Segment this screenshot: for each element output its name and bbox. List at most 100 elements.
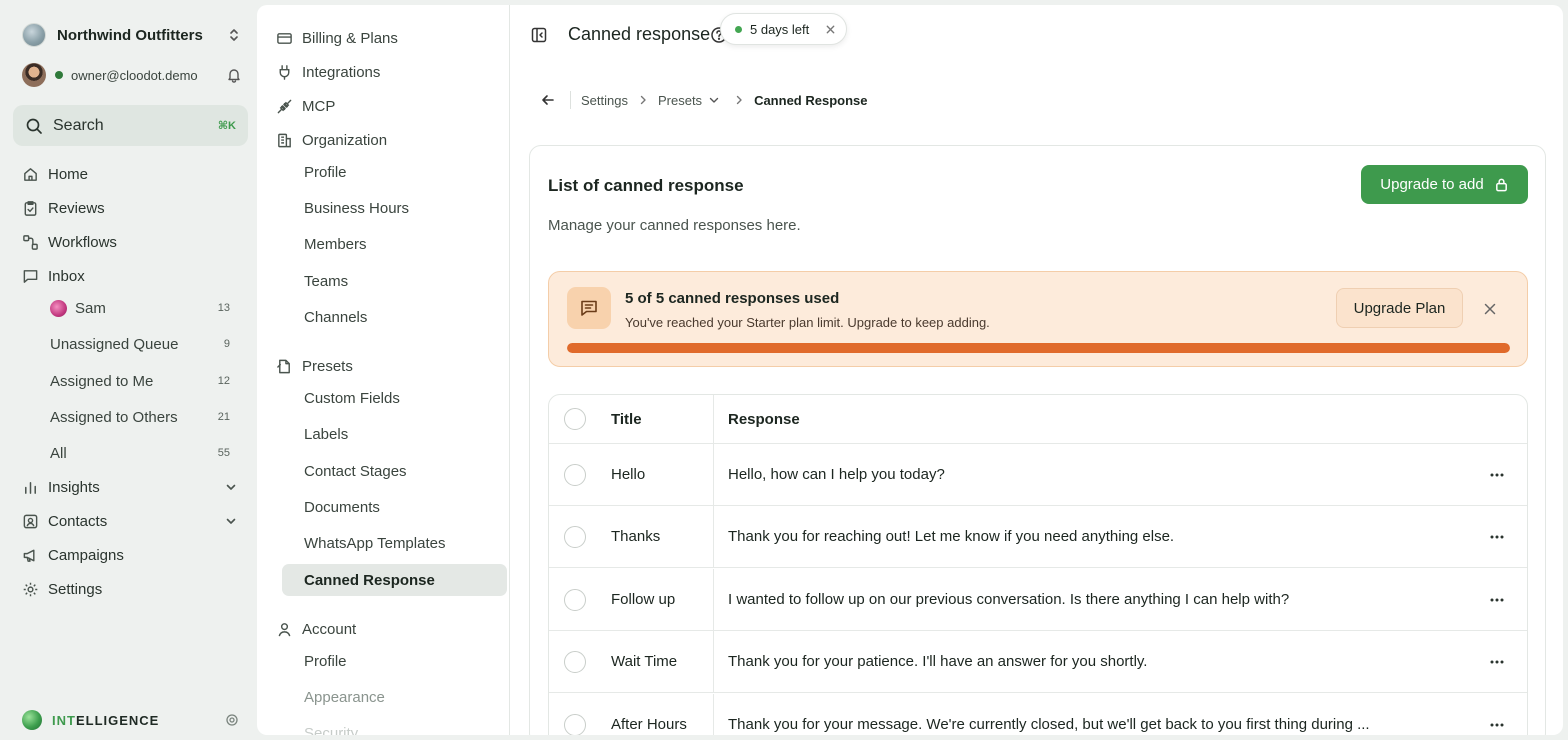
inbox-item-unassigned[interactable]: Unassigned Queue 9 xyxy=(50,332,230,356)
table-row[interactable]: Wait Time Thank you for your patience. I… xyxy=(549,631,1527,693)
settings-organization[interactable]: Organization xyxy=(276,128,387,152)
inbox-item-all[interactable]: All 55 xyxy=(50,441,230,465)
settings-mcp[interactable]: MCP xyxy=(276,94,335,118)
settings-account[interactable]: Account xyxy=(276,617,356,641)
more-horizontal-icon xyxy=(1490,535,1504,538)
row-more-button[interactable] xyxy=(1467,654,1527,670)
settings-account-profile[interactable]: Profile xyxy=(304,649,347,673)
row-checkbox[interactable] xyxy=(564,713,586,735)
nav-settings[interactable]: Settings xyxy=(22,577,242,601)
settings-billing-label: Billing & Plans xyxy=(302,29,398,47)
settings-members[interactable]: Members xyxy=(304,232,367,256)
table-row[interactable]: Follow up I wanted to follow up on our p… xyxy=(549,569,1527,631)
row-select-cell xyxy=(549,525,601,548)
user-icon xyxy=(278,622,291,636)
gear-icon[interactable] xyxy=(225,713,239,727)
row-response: Thank you for your message. We're curren… xyxy=(713,694,1467,735)
sidebar-toggle-icon[interactable] xyxy=(530,26,548,44)
table-row[interactable]: Hello Hello, how can I help you today? xyxy=(549,444,1527,506)
usage-limit-banner: 5 of 5 canned responses used You've reac… xyxy=(548,271,1528,367)
settings-contact-stages[interactable]: Contact Stages xyxy=(304,459,407,483)
settings-integrations-label: Integrations xyxy=(302,63,381,81)
intelligence-footer[interactable]: INTELLIGENCE xyxy=(22,708,242,732)
user-email: owner@cloodot.demo xyxy=(71,67,198,83)
home-icon xyxy=(24,167,37,181)
inbox-item-label: All xyxy=(50,444,67,462)
plug-icon xyxy=(279,64,290,80)
message-square-icon xyxy=(23,269,38,283)
settings-documents[interactable]: Documents xyxy=(304,495,380,519)
bell-icon[interactable] xyxy=(226,67,242,83)
select-all-checkbox[interactable] xyxy=(564,408,586,430)
settings-appearance[interactable]: Appearance xyxy=(304,685,385,709)
nav-reviews-label: Reviews xyxy=(48,199,105,217)
settings-whatsapp-templates[interactable]: WhatsApp Templates xyxy=(304,531,445,555)
breadcrumb-settings[interactable]: Settings xyxy=(581,93,628,108)
nav-contacts[interactable]: Contacts xyxy=(22,509,242,533)
settings-presets-label: Presets xyxy=(302,357,353,375)
nav-insights[interactable]: Insights xyxy=(22,475,242,499)
nav-workflows[interactable]: Workflows xyxy=(22,230,242,254)
settings-canned-response[interactable]: Canned Response xyxy=(282,564,507,596)
upgrade-to-add-label: Upgrade to add xyxy=(1380,176,1484,193)
search-button[interactable]: Search ⌘K xyxy=(13,105,248,146)
row-select-cell xyxy=(549,650,601,673)
inbox-item-sam[interactable]: Sam 13 xyxy=(50,296,230,320)
row-checkbox[interactable] xyxy=(564,525,586,548)
back-arrow-icon[interactable] xyxy=(540,92,556,108)
close-icon[interactable] xyxy=(1483,302,1497,316)
settings-presets[interactable]: Presets xyxy=(276,354,353,378)
inbox-item-count: 13 xyxy=(217,302,230,314)
nav-home[interactable]: Home xyxy=(22,162,242,186)
nav-workflows-label: Workflows xyxy=(48,233,117,251)
row-select-cell xyxy=(549,713,601,735)
nav-campaigns[interactable]: Campaigns xyxy=(22,543,242,567)
nav-inbox[interactable]: Inbox xyxy=(22,264,242,288)
nav-reviews[interactable]: Reviews xyxy=(22,196,242,220)
inbox-item-count: 21 xyxy=(217,411,230,423)
row-more-button[interactable] xyxy=(1467,592,1527,608)
nav-campaigns-label: Campaigns xyxy=(48,546,124,564)
settings-security[interactable]: Security xyxy=(304,721,358,736)
bar-chart-icon xyxy=(25,481,36,494)
settings-organization-label: Organization xyxy=(302,131,388,149)
gear-icon xyxy=(23,582,38,596)
breadcrumb-presets[interactable]: Presets xyxy=(658,93,702,108)
inbox-item-assigned-to-me[interactable]: Assigned to Me 12 xyxy=(50,369,230,393)
breadcrumb-divider xyxy=(570,91,571,109)
user-row[interactable]: owner@cloodot.demo xyxy=(22,62,242,88)
chevron-right-icon xyxy=(640,95,646,105)
row-more-button[interactable] xyxy=(1467,467,1527,483)
search-label: Search xyxy=(53,116,104,134)
page-title: Canned response xyxy=(568,24,711,44)
settings-channels[interactable]: Channels xyxy=(304,305,367,329)
building-icon xyxy=(278,133,291,147)
table-row[interactable]: After Hours Thank you for your message. … xyxy=(549,694,1527,735)
workspace-switcher[interactable]: Northwind Outfitters xyxy=(22,22,242,48)
table-row[interactable]: Thanks Thank you for reaching out! Let m… xyxy=(549,506,1527,568)
settings-business-hours[interactable]: Business Hours xyxy=(304,196,409,220)
upgrade-plan-button[interactable]: Upgrade Plan xyxy=(1336,288,1463,328)
usage-progress-bar xyxy=(567,343,1510,353)
main-content: Canned response 5 days left Settings Pre… xyxy=(510,5,1563,735)
row-more-button[interactable] xyxy=(1467,529,1527,545)
settings-teams[interactable]: Teams xyxy=(304,269,348,293)
chevron-down-icon[interactable] xyxy=(708,94,720,106)
more-horizontal-icon xyxy=(1490,473,1504,476)
upgrade-to-add-button[interactable]: Upgrade to add xyxy=(1361,165,1528,204)
settings-custom-fields[interactable]: Custom Fields xyxy=(304,386,400,410)
row-more-button[interactable] xyxy=(1467,717,1527,733)
inbox-item-assigned-to-others[interactable]: Assigned to Others 21 xyxy=(50,405,230,429)
row-title: Thanks xyxy=(611,528,661,545)
close-icon[interactable] xyxy=(825,24,836,35)
settings-labels[interactable]: Labels xyxy=(304,422,348,446)
column-header-title: Title xyxy=(611,410,642,428)
settings-billing[interactable]: Billing & Plans xyxy=(276,26,398,50)
row-checkbox[interactable] xyxy=(564,588,586,611)
row-checkbox[interactable] xyxy=(564,650,586,673)
workspace-avatar xyxy=(22,23,46,47)
settings-org-profile[interactable]: Profile xyxy=(304,160,347,184)
settings-integrations[interactable]: Integrations xyxy=(276,60,380,84)
nav-inbox-label: Inbox xyxy=(48,267,85,285)
row-checkbox[interactable] xyxy=(564,463,586,486)
